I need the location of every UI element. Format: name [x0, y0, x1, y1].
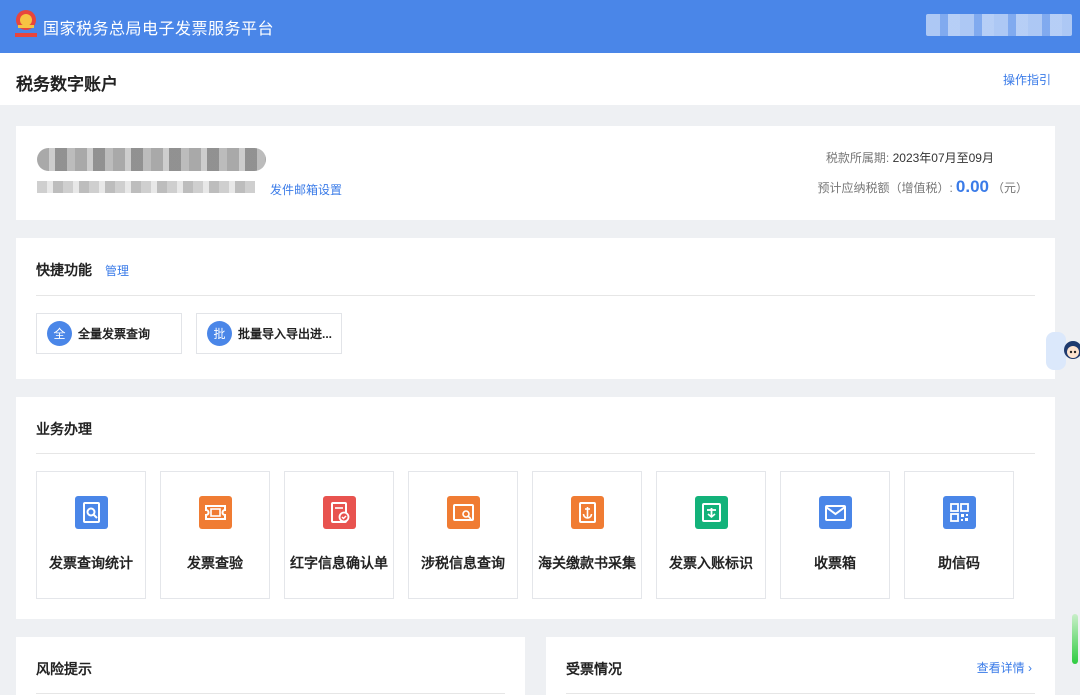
- divider: [36, 693, 505, 694]
- tile-label: 收票箱: [814, 555, 856, 571]
- full-query-icon: 全: [47, 321, 72, 346]
- quick-button-label: 批量导入导出进...: [238, 327, 333, 341]
- quick-functions-title: 快捷功能: [36, 262, 92, 278]
- tile-customs-payment-collect[interactable]: 海关缴款书采集: [532, 471, 642, 599]
- tile-invoice-query-stats[interactable]: 发票查询统计: [36, 471, 146, 599]
- account-entry-icon: [695, 496, 728, 529]
- tax-emblem-icon: [15, 10, 37, 37]
- tile-label: 发票入账标识: [669, 555, 753, 571]
- tile-tax-info-query[interactable]: 涉税信息查询: [408, 471, 518, 599]
- top-bar: 国家税务总局电子发票服务平台: [0, 0, 1080, 53]
- tax-period-label: 税款所属期:: [825, 151, 890, 165]
- batch-import-export-button[interactable]: 批 批量导入导出进...: [196, 313, 342, 354]
- company-name-redacted: [37, 148, 266, 171]
- manage-link[interactable]: 管理: [105, 262, 129, 279]
- quick-button-label: 全量发票查询: [78, 327, 151, 341]
- interactive-helper-widget[interactable]: [1046, 322, 1080, 374]
- tile-red-letter-confirm[interactable]: 红字信息确认单: [284, 471, 394, 599]
- invoice-search-icon: [75, 496, 108, 529]
- tile-label: 海关缴款书采集: [538, 555, 636, 571]
- business-title: 业务办理: [36, 421, 92, 437]
- ticket-check-icon: [199, 496, 232, 529]
- divider: [36, 295, 1035, 296]
- tile-label: 红字信息确认单: [290, 555, 388, 571]
- risk-alert-card: 风险提示: [16, 637, 525, 695]
- scroll-indicator[interactable]: [1072, 614, 1078, 664]
- estimated-tax: 预计应纳税额（增值税）: 0.00 （元）: [818, 177, 1028, 197]
- divider: [36, 453, 1035, 454]
- tax-period: 税款所属期: 2023年07月至09月: [826, 149, 994, 166]
- account-card: 发件邮箱设置 税款所属期: 2023年07月至09月 预计应纳税额（增值税）: 0…: [16, 126, 1055, 220]
- operation-guide-link[interactable]: 操作指引: [1003, 71, 1051, 88]
- email-settings-link[interactable]: 发件邮箱设置: [270, 181, 342, 198]
- view-details-link[interactable]: 查看详情 ›: [977, 659, 1032, 676]
- red-letter-confirm-icon: [323, 496, 356, 529]
- tax-id-redacted: [37, 181, 255, 193]
- page-header: 税务数字账户 操作指引: [0, 53, 1080, 105]
- helper-avatar-icon: [1046, 332, 1080, 370]
- invoice-receipt-card: 受票情况 查看详情 ›: [546, 637, 1055, 695]
- tile-invoice-verify[interactable]: 发票查验: [160, 471, 270, 599]
- tile-invoice-mailbox[interactable]: 收票箱: [780, 471, 890, 599]
- user-info-redacted[interactable]: [926, 14, 1072, 36]
- tile-label: 发票查询统计: [49, 555, 133, 571]
- risk-alert-title: 风险提示: [36, 661, 92, 677]
- business-card: 业务办理 发票查询统计 发票查验 红字信息确认单 涉税信息查询 海关缴款书采集: [16, 397, 1055, 619]
- qr-code-icon: [943, 496, 976, 529]
- invoice-receipt-title: 受票情况: [566, 661, 622, 677]
- tile-credit-code[interactable]: 助信码: [904, 471, 1014, 599]
- customs-anchor-icon: [571, 496, 604, 529]
- divider: [566, 693, 1035, 694]
- tax-period-value: 2023年07月至09月: [892, 151, 994, 165]
- tile-invoice-account-entry[interactable]: 发票入账标识: [656, 471, 766, 599]
- tile-label: 涉税信息查询: [421, 555, 505, 571]
- estimated-tax-amount: 0.00: [955, 177, 989, 196]
- estimated-tax-unit: （元）: [991, 181, 1028, 195]
- tile-label: 发票查验: [187, 555, 243, 571]
- page-title: 税务数字账户: [16, 75, 118, 94]
- full-invoice-query-button[interactable]: 全 全量发票查询: [36, 313, 182, 354]
- site-title: 国家税务总局电子发票服务平台: [43, 21, 275, 38]
- batch-icon: 批: [207, 321, 232, 346]
- mailbox-icon: [819, 496, 852, 529]
- tile-label: 助信码: [938, 555, 980, 571]
- tax-info-search-icon: [447, 496, 480, 529]
- estimated-tax-label: 预计应纳税额（增值税）:: [817, 181, 953, 195]
- quick-functions-card: 快捷功能 管理 全 全量发票查询 批 批量导入导出进...: [16, 238, 1055, 379]
